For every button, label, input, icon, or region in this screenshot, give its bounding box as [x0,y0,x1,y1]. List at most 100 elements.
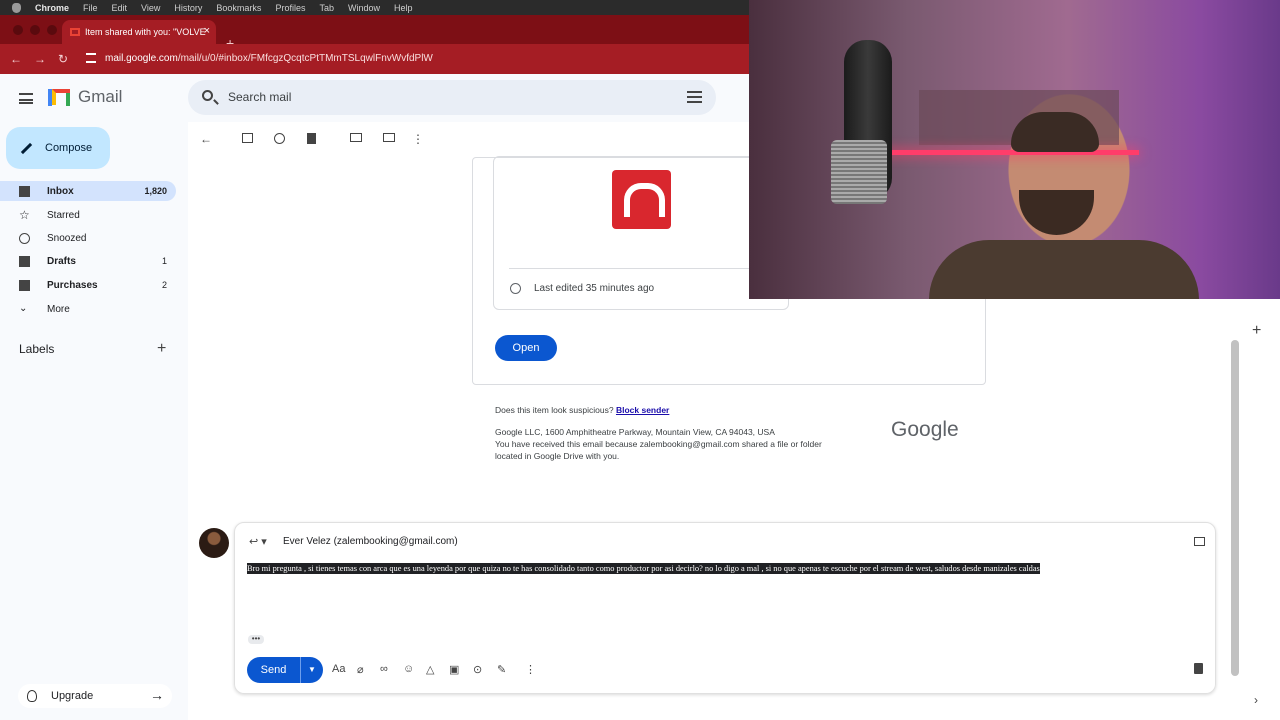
open-button[interactable]: Open [495,335,557,361]
menu-profiles[interactable]: Profiles [275,3,305,13]
menu-file[interactable]: File [83,3,98,13]
window-controls [13,25,57,35]
attach-icon[interactable]: ⌀ [357,663,364,676]
search-options-icon[interactable] [687,91,702,103]
gmail-wordmark[interactable]: Gmail [78,87,122,107]
suspicious-text: Does this item look suspicious? [495,405,614,415]
upgrade-button[interactable]: Upgrade → [18,684,172,708]
menu-help[interactable]: Help [394,3,413,13]
sidebar-item-drafts[interactable]: Drafts 1 [0,251,176,271]
signature-icon[interactable]: ✎ [497,663,506,676]
menu-tab[interactable]: Tab [319,3,334,13]
compose-label: Compose [45,142,93,154]
reply-type-icon[interactable]: ↩ ▾ [249,535,267,548]
led-strip [879,150,1139,155]
report-spam-icon[interactable] [274,133,285,144]
emoji-icon[interactable]: ☺ [403,663,414,675]
compose-button[interactable]: Compose [6,127,110,169]
inbox-icon [19,185,30,197]
main-menu-icon[interactable] [19,93,33,104]
person-hair [1011,112,1099,152]
forward-icon[interactable]: → [34,52,46,66]
recipient-field[interactable]: Ever Velez (zalembooking@gmail.com) [283,536,458,547]
browser-tab-strip: Item shared with you: "VOLVE × + [0,15,750,51]
lightbulb-icon [27,690,37,702]
gmail-favicon-icon [70,28,80,36]
browser-tab-active[interactable]: Item shared with you: "VOLVE × [62,20,216,44]
arrow-right-icon: → [150,687,164,703]
menu-bookmarks[interactable]: Bookmarks [216,3,261,13]
labels-heading: Labels [19,342,55,356]
back-to-inbox-icon[interactable]: ← [200,133,212,145]
menu-app-name[interactable]: Chrome [35,3,69,13]
insert-photo-icon[interactable]: ▣ [449,663,459,676]
person-shirt [929,240,1199,299]
file-thumbnail [509,157,775,269]
search-bar[interactable]: Search mail [188,80,716,115]
send-button-group: Send ▼ [247,657,323,683]
avatar [199,528,229,558]
sidebar-item-label: Drafts [47,255,76,267]
google-address: Google LLC, 1600 Amphitheatre Parkway, M… [495,427,775,437]
pop-out-icon[interactable] [1194,537,1205,546]
drive-icon[interactable]: △ [426,663,434,676]
chevron-right-icon[interactable]: › [1254,693,1258,707]
block-sender-link[interactable]: Block sender [616,405,669,415]
send-options-icon[interactable]: ▼ [300,657,323,683]
back-icon[interactable]: ← [10,52,22,66]
show-trimmed-content-icon[interactable]: ••• [248,635,264,644]
close-window-icon[interactable] [13,25,23,35]
maximize-window-icon[interactable] [47,25,57,35]
purchases-count: 2 [161,280,167,290]
menu-edit[interactable]: Edit [112,3,128,13]
add-addon-icon[interactable]: + [1252,322,1261,340]
formatting-options-icon[interactable]: Aa [332,663,345,675]
send-button[interactable]: Send [247,657,300,683]
apple-icon[interactable] [12,2,21,13]
gmail-logo-icon[interactable] [48,89,70,106]
pencil-icon [20,142,33,154]
sidebar: Compose Inbox 1,820 ☆ Starred Snoozed Dr… [0,122,188,720]
file-preview[interactable]: Last edited 35 minutes ago [493,156,789,310]
reason-text-2: located in Google Drive with you. [495,451,620,461]
clock-icon [19,232,30,244]
browser-address-bar: ← → ↻ mail.google.com/mail/u/0/#inbox/FM… [0,44,750,74]
sidebar-item-inbox[interactable]: Inbox 1,820 [0,181,176,201]
minimize-window-icon[interactable] [30,25,40,35]
sidebar-item-purchases[interactable]: Purchases 2 [0,275,176,295]
sidebar-item-snoozed[interactable]: Snoozed [0,228,176,248]
url-path: /mail/u/0/#inbox/FMfcgzQcqtcPtTMmTSLqwlF… [177,53,433,64]
chevron-down-icon: ⌄ [19,302,28,314]
more-compose-options-icon[interactable]: ⋮ [525,663,536,676]
site-info-icon[interactable] [86,53,96,63]
menu-history[interactable]: History [174,3,202,13]
tag-icon [19,279,30,291]
search-input[interactable]: Search mail [228,90,291,104]
archive-icon[interactable] [242,133,253,143]
last-edited-text: Last edited 35 minutes ago [534,283,655,294]
reply-body-text[interactable]: Bro mi pregunta , si tienes temas con ar… [247,563,1040,574]
insert-link-icon[interactable]: ∞ [380,663,388,675]
macos-menubar: Chrome File Edit View History Bookmarks … [0,0,750,15]
sidebar-item-starred[interactable]: ☆ Starred [0,205,176,225]
close-tab-icon[interactable]: × [204,25,210,37]
star-icon: ☆ [19,207,30,222]
scrollbar[interactable] [1231,340,1239,676]
sidebar-item-label: Starred [47,209,80,221]
url-field[interactable]: mail.google.com/mail/u/0/#inbox/FMfcgzQc… [105,53,433,64]
add-label-icon[interactable]: + [157,340,166,358]
move-to-icon[interactable] [383,133,395,142]
more-options-icon[interactable]: ⋮ [412,133,424,145]
menu-view[interactable]: View [141,3,160,13]
mark-unread-icon[interactable] [350,133,362,142]
reload-icon[interactable]: ↻ [58,52,68,66]
menu-window[interactable]: Window [348,3,380,13]
search-icon[interactable] [202,90,213,101]
delete-icon[interactable] [307,133,316,144]
inbox-count: 1,820 [144,186,167,196]
sidebar-item-more[interactable]: ⌄ More [0,299,176,319]
confidential-mode-icon[interactable]: ⊙ [473,663,482,676]
history-icon [510,283,521,294]
discard-draft-icon[interactable] [1194,663,1203,674]
tab-title: Item shared with you: "VOLVE [85,27,206,37]
